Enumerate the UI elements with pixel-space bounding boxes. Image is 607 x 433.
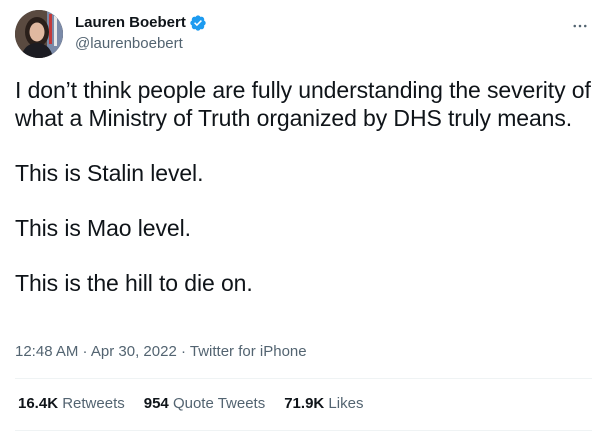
author-info: Lauren Boebert @laurenboebert bbox=[75, 12, 207, 54]
retweets-label: Retweets bbox=[62, 395, 125, 412]
tweet-meta: 12:48 AM · Apr 30, 2022 · Twitter for iP… bbox=[15, 342, 307, 362]
tweet-header: Lauren Boebert @laurenboebert bbox=[15, 10, 590, 58]
quote-tweets-count: 954 bbox=[143, 395, 169, 412]
avatar[interactable] bbox=[15, 10, 63, 58]
tweet-time[interactable]: 12:48 AM bbox=[15, 343, 78, 360]
tweet-paragraph: This is Stalin level. bbox=[15, 160, 204, 186]
author-display-name[interactable]: Lauren Boebert bbox=[75, 13, 186, 33]
meta-separator: · bbox=[176, 343, 190, 360]
more-horizontal-icon[interactable] bbox=[570, 16, 590, 36]
divider bbox=[15, 378, 592, 379]
retweets-count: 16.4K bbox=[18, 395, 59, 412]
likes-label: Likes bbox=[328, 395, 364, 412]
tweet-card: Lauren Boebert @laurenboebert I don’t th… bbox=[0, 0, 607, 433]
author-handle[interactable]: @laurenboebert bbox=[75, 34, 207, 54]
tweet-date[interactable]: Apr 30, 2022 bbox=[91, 343, 177, 360]
tweet-stats: 16.4K Retweets 954 Quote Tweets 71.9K Li… bbox=[18, 394, 382, 414]
tweet-text: I don’t think people are fully understan… bbox=[15, 76, 595, 324]
tweet-paragraph: This is Mao level. bbox=[15, 215, 191, 241]
tweet-paragraph: I don’t think people are fully understan… bbox=[15, 77, 591, 131]
tweet-source[interactable]: Twitter for iPhone bbox=[190, 343, 307, 360]
divider bbox=[15, 430, 592, 431]
name-row: Lauren Boebert bbox=[75, 12, 207, 34]
tweet-paragraph: This is the hill to die on. bbox=[15, 270, 253, 296]
quote-tweets-label: Quote Tweets bbox=[172, 395, 266, 412]
likes-stat[interactable]: 71.9K Likes bbox=[284, 394, 363, 414]
meta-separator: · bbox=[78, 343, 91, 360]
verified-badge-icon bbox=[189, 14, 207, 32]
likes-count: 71.9K bbox=[284, 395, 325, 412]
quote-tweets-stat[interactable]: 954 Quote Tweets bbox=[144, 394, 265, 414]
retweets-stat[interactable]: 16.4K Retweets bbox=[18, 394, 125, 414]
